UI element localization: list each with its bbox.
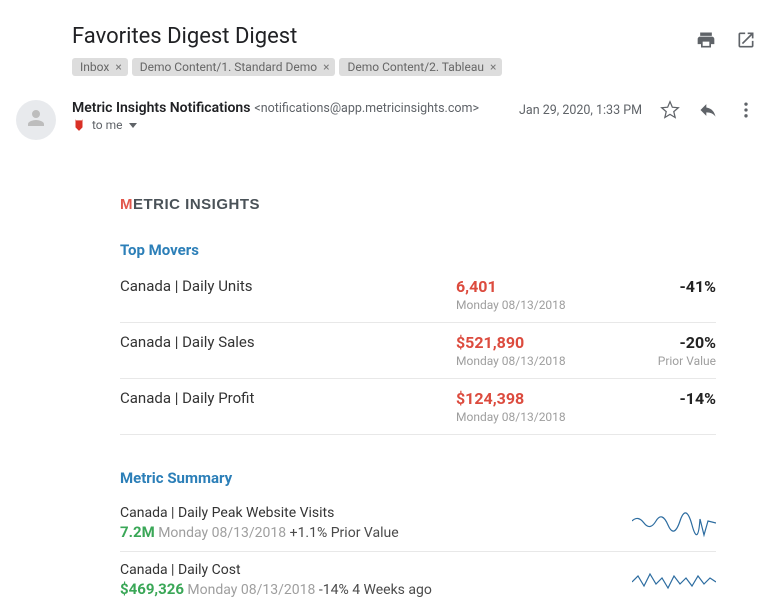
metric-date: Monday 08/13/2018 [456,410,626,424]
sparkline-icon [632,511,716,541]
metric-name: Canada | Daily Sales [120,333,456,351]
email-body: METRIC INSIGHTS Top Movers Canada | Dail… [0,148,772,608]
metric-date: Monday 08/13/2018 [456,354,626,368]
metric-value: $469,326 [120,580,184,598]
metric-value: 7.2M [120,523,155,541]
chevron-down-icon[interactable] [129,123,137,128]
metric-change: -20% [626,333,716,352]
label-text: Demo Content/1. Standard Demo [140,60,317,74]
metric-summary-item: Canada | Daily Peak Website Visits 7.2M … [120,495,716,552]
metric-name: Canada | Daily Units [120,277,456,295]
brand-logo: METRIC INSIGHTS [120,196,716,213]
metric-value: $521,890 [456,333,626,352]
section-title-metric-summary: Metric Summary [120,469,716,487]
metric-delta: +1.1% Prior Value [290,525,399,541]
more-vert-icon[interactable] [736,100,756,120]
metric-value: 6,401 [456,277,626,296]
open-new-window-icon[interactable] [736,30,756,50]
section-title-top-movers: Top Movers [120,241,716,259]
metric-value: $124,398 [456,389,626,408]
metric-name: Canada | Daily Peak Website Visits [120,505,622,521]
email-datetime: Jan 29, 2020, 1:33 PM [519,103,642,118]
label-chip[interactable]: Demo Content/2. Tableau × [339,58,502,76]
sender-email: <notifications@app.metricinsights.com> [254,101,479,116]
metric-date: Monday 08/13/2018 [187,582,315,598]
close-icon[interactable]: × [113,60,123,74]
close-icon[interactable]: × [321,60,331,74]
close-icon[interactable]: × [488,60,498,74]
metric-name: Canada | Daily Profit [120,389,456,407]
label-chip[interactable]: Inbox × [72,58,128,76]
metric-date: Monday 08/13/2018 [456,298,626,312]
no-encryption-icon [72,118,86,132]
metric-change: -14% [626,389,716,408]
avatar[interactable] [16,100,56,140]
top-mover-row: Canada | Daily Sales $521,890 Monday 08/… [120,323,716,379]
metric-delta: -14% 4 Weeks ago [319,582,432,598]
metric-name: Canada | Daily Cost [120,562,622,578]
metric-date: Monday 08/13/2018 [158,525,286,541]
metric-change: -41% [626,277,716,296]
top-mover-row: Canada | Daily Units 6,401 Monday 08/13/… [120,267,716,323]
recipient-label: to me [92,118,123,132]
label-chip[interactable]: Demo Content/1. Standard Demo × [132,58,336,76]
email-subject: Favorites Digest Digest [72,24,297,49]
metric-summary-item: Canada | Daily Cost $469,326 Monday 08/1… [120,552,716,608]
sender-name: Metric Insights Notifications [72,100,250,116]
top-mover-row: Canada | Daily Profit $124,398 Monday 08… [120,379,716,435]
label-row: Inbox × Demo Content/1. Standard Demo × … [0,58,772,92]
metric-subtext: Prior Value [626,354,716,368]
label-text: Demo Content/2. Tableau [347,60,484,74]
sparkline-icon [632,568,716,598]
star-icon[interactable] [660,100,680,120]
print-icon[interactable] [696,30,716,50]
reply-icon[interactable] [698,100,718,120]
label-text: Inbox [80,60,109,74]
